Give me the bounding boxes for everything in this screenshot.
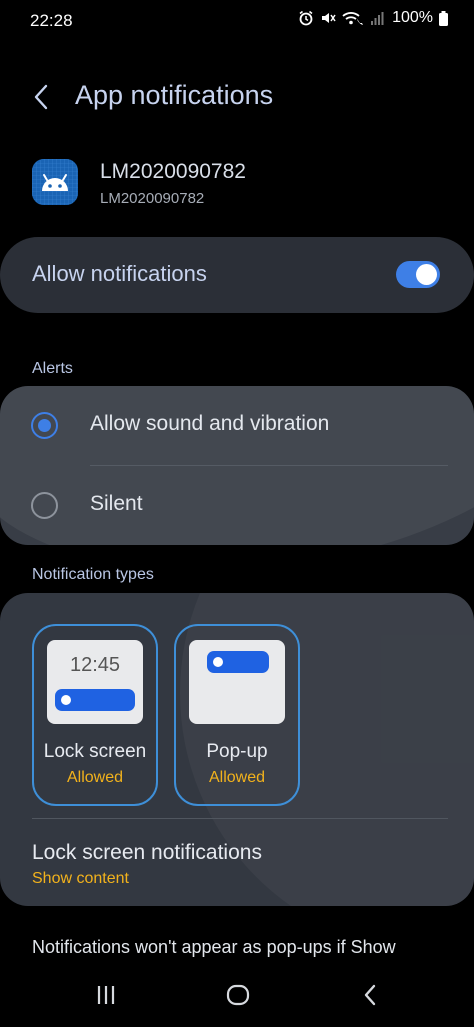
back-icon: [364, 984, 376, 1006]
page-title: App notifications: [75, 80, 274, 110]
preview-clock: 12:45: [69, 654, 121, 676]
divider: [32, 818, 448, 819]
tile-title: Pop-up: [206, 741, 268, 762]
home-icon: [226, 984, 250, 1006]
app-name: LM2020090782: [100, 160, 246, 183]
notification-type-pop-up[interactable]: Pop-up Allowed: [174, 624, 300, 806]
status-time: 22:28: [30, 11, 73, 30]
radio-selected-icon: [31, 412, 58, 439]
allow-notifications-toggle[interactable]: [396, 261, 440, 288]
pop-up-preview: [189, 640, 285, 724]
allow-notifications-row[interactable]: Allow notifications: [0, 237, 474, 313]
tile-status: Allowed: [208, 769, 266, 786]
alert-option-sound-vibration[interactable]: Allow sound and vibration: [0, 386, 474, 466]
navigation-bar: [0, 965, 474, 1027]
nav-back-button[interactable]: [354, 981, 386, 1009]
battery-icon: [439, 10, 448, 26]
app-package: LM2020090782: [100, 190, 205, 207]
notification-bar-icon: [207, 651, 269, 673]
wifi-calling-icon: [342, 12, 364, 25]
lock-screen-preview: 12:45: [47, 640, 143, 724]
back-button[interactable]: [24, 80, 58, 114]
alerts-section-title: Alerts: [32, 360, 73, 377]
battery-percent: 100%: [392, 9, 433, 26]
recents-icon: [97, 986, 115, 1004]
chevron-left-icon: [34, 84, 48, 110]
status-icons: 100%: [298, 9, 448, 27]
tile-title: Lock screen: [43, 741, 147, 762]
mute-icon: [322, 13, 336, 23]
toggle-knob: [416, 264, 437, 285]
lock-screen-notifications-title: Lock screen notifications: [32, 841, 262, 864]
alert-option-label: Allow sound and vibration: [90, 412, 330, 435]
notification-bar-icon: [55, 689, 135, 711]
status-bar: 22:28 100%: [0, 0, 474, 40]
recents-button[interactable]: [90, 981, 122, 1009]
alert-option-label: Silent: [90, 492, 143, 515]
radio-unselected-icon: [31, 492, 58, 519]
notification-type-lock-screen[interactable]: 12:45 Lock screen Allowed: [32, 624, 158, 806]
alert-option-silent[interactable]: Silent: [0, 466, 474, 545]
signal-icon: [371, 12, 384, 25]
notification-types-card: 12:45 Lock screen Allowed Pop-up Allowed…: [0, 593, 474, 906]
notification-types-section-title: Notification types: [32, 566, 154, 583]
android-icon: [32, 159, 78, 205]
tile-status: Allowed: [66, 769, 124, 786]
lock-screen-notifications-value: Show content: [32, 870, 129, 887]
allow-notifications-label: Allow notifications: [32, 261, 207, 286]
home-button[interactable]: [222, 981, 254, 1009]
footer-note: Notifications won't appear as pop-ups if…: [32, 937, 396, 957]
alerts-card: Allow sound and vibration Silent: [0, 386, 474, 545]
alarm-icon: [299, 10, 313, 26]
